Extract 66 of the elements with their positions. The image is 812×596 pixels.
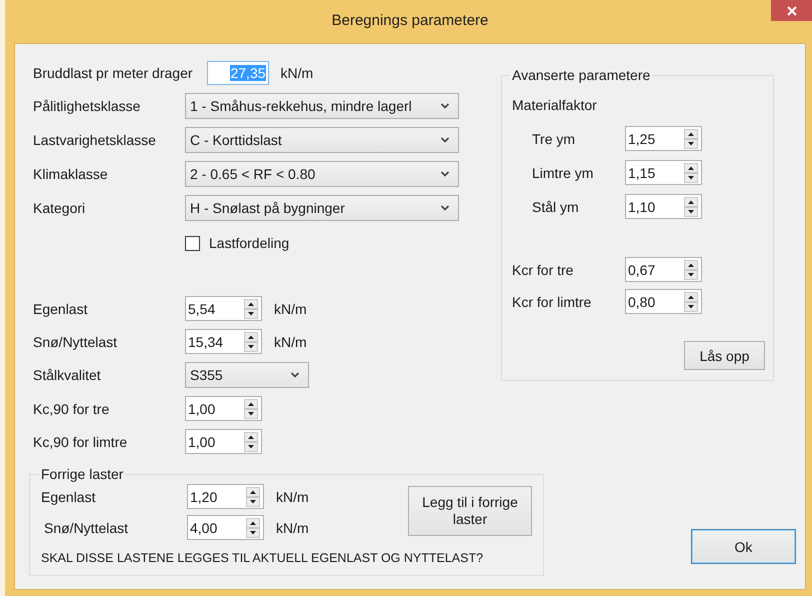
spin-arrows-icon[interactable] xyxy=(684,162,698,182)
spin-field[interactable]: 1,00 xyxy=(185,396,262,421)
spin-field[interactable]: 1,20 xyxy=(187,484,264,509)
group-title: Avanserte parametere xyxy=(511,67,652,83)
field-label: Kcr for tre xyxy=(512,262,574,278)
dropdown[interactable]: 1 - Småhus-rekkehus, mindre lagerl xyxy=(185,93,459,119)
spin-field[interactable]: 1,00 xyxy=(185,429,262,454)
spin-field[interactable]: 0,67 xyxy=(625,257,702,282)
field-label: Bruddlast pr meter drager xyxy=(33,65,193,81)
field-label: Stål ym xyxy=(532,198,580,214)
spin-field[interactable]: 0,80 xyxy=(625,289,702,314)
spin-arrows-icon[interactable] xyxy=(684,292,698,312)
spin-arrows-icon[interactable] xyxy=(684,260,698,280)
field-label: Egenlast xyxy=(41,488,96,504)
field-label: Limtre ym xyxy=(532,164,594,180)
spin-arrows-icon[interactable] xyxy=(684,128,698,148)
section-heading: Materialfaktor xyxy=(512,97,598,113)
ok-button[interactable]: Ok xyxy=(691,529,796,564)
unit-label: kN/m xyxy=(274,300,307,316)
chevron-icon[interactable] xyxy=(440,102,450,110)
field-label: Kcr for limtre xyxy=(512,294,592,310)
spin-field[interactable]: 1,15 xyxy=(625,160,702,185)
close-button[interactable] xyxy=(771,0,812,21)
chevron-icon[interactable] xyxy=(440,170,450,178)
spin-arrows-icon[interactable] xyxy=(244,432,258,452)
spin-field[interactable]: 15,34 xyxy=(185,329,262,354)
group-title: Forrige laster xyxy=(40,466,124,482)
spin-arrows-icon[interactable] xyxy=(244,398,258,418)
field-label: Snø/Nyttelast xyxy=(43,520,130,536)
field-label: Kc,90 for tre xyxy=(33,400,110,416)
field-label: Kategori xyxy=(33,200,86,216)
chevron-icon[interactable] xyxy=(290,371,300,379)
unit-label: kN/m xyxy=(274,334,307,350)
spin-field[interactable]: 1,10 xyxy=(625,194,702,219)
spin-arrows-icon[interactable] xyxy=(684,196,698,216)
spin-field[interactable]: 1,25 xyxy=(625,126,702,151)
close-icon xyxy=(786,4,798,16)
unit-label: kN/m xyxy=(276,520,309,536)
chevron-icon[interactable] xyxy=(440,204,450,212)
chevron-icon[interactable] xyxy=(440,136,450,144)
field-label: Kc,90 for limtre xyxy=(33,434,128,450)
dropdown[interactable]: 2 - 0.65 < RF < 0.80 xyxy=(185,161,459,187)
field-label: Klimaklasse xyxy=(33,166,109,182)
field-label: Stålkvalitet xyxy=(33,367,102,383)
field-label: Egenlast xyxy=(33,300,88,316)
spin-arrows-icon[interactable] xyxy=(244,298,258,318)
checkbox[interactable] xyxy=(185,236,200,250)
unit-label: kN/m xyxy=(276,488,309,504)
spin-field[interactable]: 5,54 xyxy=(185,296,262,321)
dropdown[interactable]: C - Korttidslast xyxy=(185,127,459,153)
field-label: Snø/Nyttelast xyxy=(33,334,118,350)
unlock-button[interactable]: Lås opp xyxy=(684,341,765,370)
unit-label: kN/m xyxy=(280,65,314,81)
spin-arrows-icon[interactable] xyxy=(246,486,260,506)
checkbox-label: Lastfordeling xyxy=(209,235,290,251)
dropdown[interactable]: S355 xyxy=(185,362,309,388)
window-title: Beregnings parametere xyxy=(332,12,488,29)
spin-arrows-icon[interactable] xyxy=(244,332,258,352)
spin-arrows-icon[interactable] xyxy=(246,518,260,538)
field-label: Tre ym xyxy=(532,130,576,146)
dropdown[interactable]: H - Snølast på bygninger xyxy=(185,195,459,221)
question-text: SKAL DISSE LASTENE LEGGES TIL AKTUELL EGENLAST OG NYTTELAST? xyxy=(41,551,484,565)
spin-field[interactable]: 4,00 xyxy=(187,515,264,540)
field-label: Pålitlighetsklasse xyxy=(33,98,142,114)
field-label: Lastvarighetsklasse xyxy=(33,132,157,148)
add-button[interactable]: Legg til i forrige laster xyxy=(408,486,532,536)
